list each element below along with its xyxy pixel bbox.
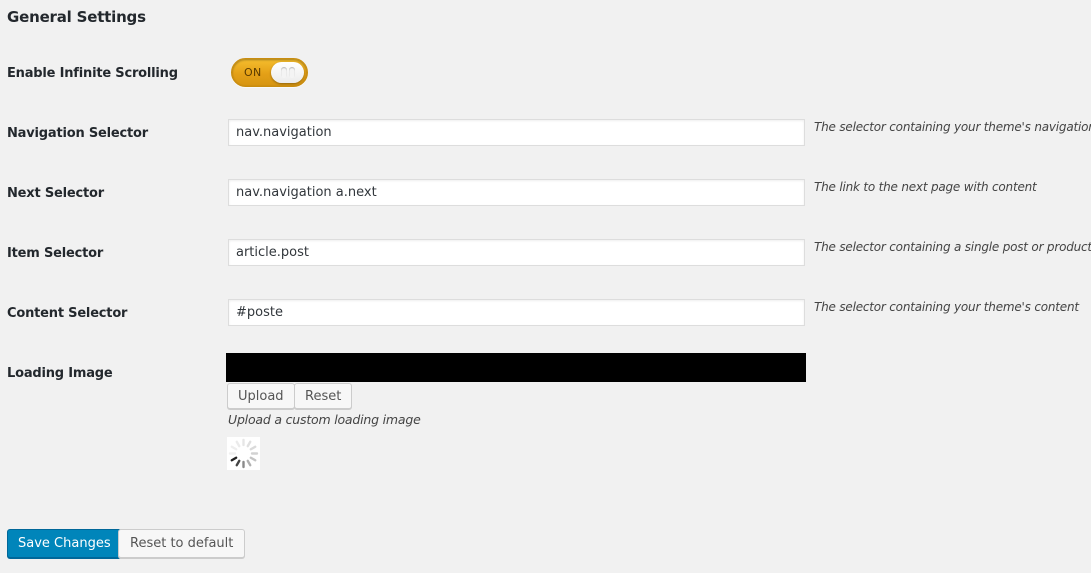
loading-spinner-icon [227,437,260,470]
content-selector-label: Content Selector [7,306,128,321]
toggle-knob-icon [271,62,304,83]
toggle-state-text: ON [244,66,262,79]
reset-to-default-button[interactable]: Reset to default [118,529,246,558]
next-selector-hint: The link to the next page with content [814,180,1037,194]
next-selector-input[interactable] [228,179,805,206]
loading-image-label: Loading Image [7,366,113,381]
infinite-scroll-label: Enable Infinite Scrolling [7,66,178,81]
loading-image-hint: Upload a custom loading image [228,412,421,427]
loading-image-url-bar [226,353,806,382]
infinite-scroll-toggle[interactable]: ON [231,58,308,87]
upload-button[interactable]: Upload [227,383,295,409]
page-title: General Settings [7,8,146,26]
save-changes-button[interactable]: Save Changes [7,529,122,558]
next-selector-label: Next Selector [7,186,104,201]
item-selector-hint: The selector containing a single post or… [814,240,1091,254]
item-selector-input[interactable] [228,239,805,266]
content-selector-input[interactable] [228,299,805,326]
navigation-selector-hint: The selector containing your theme's nav… [814,120,1091,134]
navigation-selector-label: Navigation Selector [7,126,148,141]
item-selector-label: Item Selector [7,246,104,261]
navigation-selector-input[interactable] [228,119,805,146]
content-selector-hint: The selector containing your theme's con… [814,300,1079,314]
reset-image-button[interactable]: Reset [294,383,353,409]
